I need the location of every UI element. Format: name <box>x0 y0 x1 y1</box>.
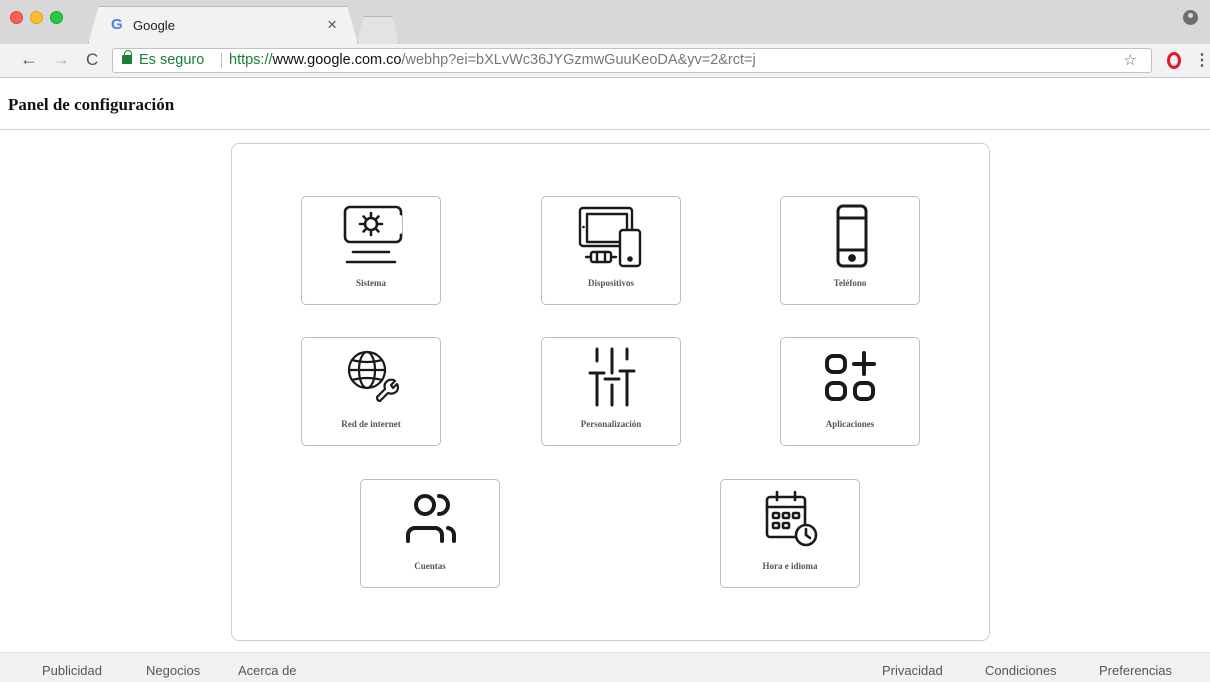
footer-link-acerca-de[interactable]: Acerca de <box>238 663 297 678</box>
bookmark-star-icon[interactable]: ☆ <box>1124 49 1137 72</box>
url-text[interactable]: https://www.google.com.co/webhp?ei=bXLvW… <box>229 49 756 72</box>
page-title: Panel de configuración <box>8 95 175 114</box>
footer-link-privacidad[interactable]: Privacidad <box>882 663 943 678</box>
calendar-clock-icon <box>756 485 826 555</box>
google-favicon-icon: G <box>111 16 123 33</box>
google-footer: Publicidad Negocios Acerca de Privacidad… <box>0 652 1210 682</box>
setting-label: Hora e idioma <box>762 561 818 571</box>
setting-card-aplicaciones[interactable]: Aplicaciones <box>780 337 920 446</box>
profile-icon[interactable] <box>1183 10 1198 25</box>
globe-wrench-icon <box>337 343 407 413</box>
apps-grid-icon <box>816 343 886 413</box>
setting-card-telefono[interactable]: Teléfono <box>780 196 920 305</box>
setting-label: Dispositivos <box>587 278 634 288</box>
menu-dots-icon[interactable]: ⋮ <box>1194 50 1210 70</box>
reload-icon[interactable]: C <box>86 50 98 70</box>
secure-label: Es seguro <box>139 52 205 68</box>
setting-label: Teléfono <box>833 278 867 288</box>
setting-label: Aplicaciones <box>825 419 875 429</box>
new-tab-button[interactable] <box>357 16 399 44</box>
settings-panel: Sistema Dispositivos Teléfono Red de int… <box>231 143 990 641</box>
address-bar[interactable]: Es seguro https://www.google.com.co/webh… <box>112 48 1152 73</box>
lock-icon <box>122 50 132 64</box>
browser-toolbar: ← → C Es seguro https://www.google.com.c… <box>0 44 1210 78</box>
opera-icon[interactable] <box>1167 52 1181 69</box>
url-scheme: https:// <box>229 52 273 68</box>
footer-link-negocios[interactable]: Negocios <box>146 663 200 678</box>
browser-tabbar: G Google × <box>0 0 1210 44</box>
minimize-window-button[interactable] <box>30 11 43 24</box>
setting-label: Sistema <box>356 278 386 288</box>
setting-card-sistema[interactable]: Sistema <box>301 196 441 305</box>
footer-link-publicidad[interactable]: Publicidad <box>42 663 102 678</box>
maximize-window-button[interactable] <box>50 11 63 24</box>
setting-card-dispositivos[interactable]: Dispositivos <box>541 196 681 305</box>
setting-label: Personalización <box>580 419 642 429</box>
divider <box>221 53 222 68</box>
forward-arrow-icon[interactable]: → <box>52 49 70 70</box>
setting-label: Cuentas <box>414 561 446 571</box>
setting-card-hora-e-idioma[interactable]: Hora e idioma <box>720 479 860 588</box>
setting-card-cuentas[interactable]: Cuentas <box>360 479 500 588</box>
users-icon <box>396 485 466 555</box>
setting-label: Red de internet <box>341 419 401 429</box>
browser-tab[interactable]: G Google × <box>88 6 358 44</box>
footer-link-condiciones[interactable]: Condiciones <box>985 663 1057 678</box>
back-arrow-icon[interactable]: ← <box>20 49 38 70</box>
setting-card-personalizacion[interactable]: Personalización <box>541 337 681 446</box>
phone-icon <box>816 202 886 272</box>
url-path: /webhp?ei=bXLvWc36JYGzmwGuuKeoDA&yv=2&rc… <box>401 52 756 68</box>
monitor-gear-icon <box>337 202 407 272</box>
setting-card-red-de-internet[interactable]: Red de internet <box>301 337 441 446</box>
url-host: www.google.com.co <box>272 52 402 68</box>
title-divider <box>0 129 1210 130</box>
footer-link-preferencias[interactable]: Preferencias <box>1099 663 1172 678</box>
sliders-icon <box>577 343 647 413</box>
close-window-button[interactable] <box>10 11 23 24</box>
devices-icon <box>577 202 647 272</box>
tab-title: Google <box>133 18 175 33</box>
tab-close-icon[interactable]: × <box>327 15 337 35</box>
